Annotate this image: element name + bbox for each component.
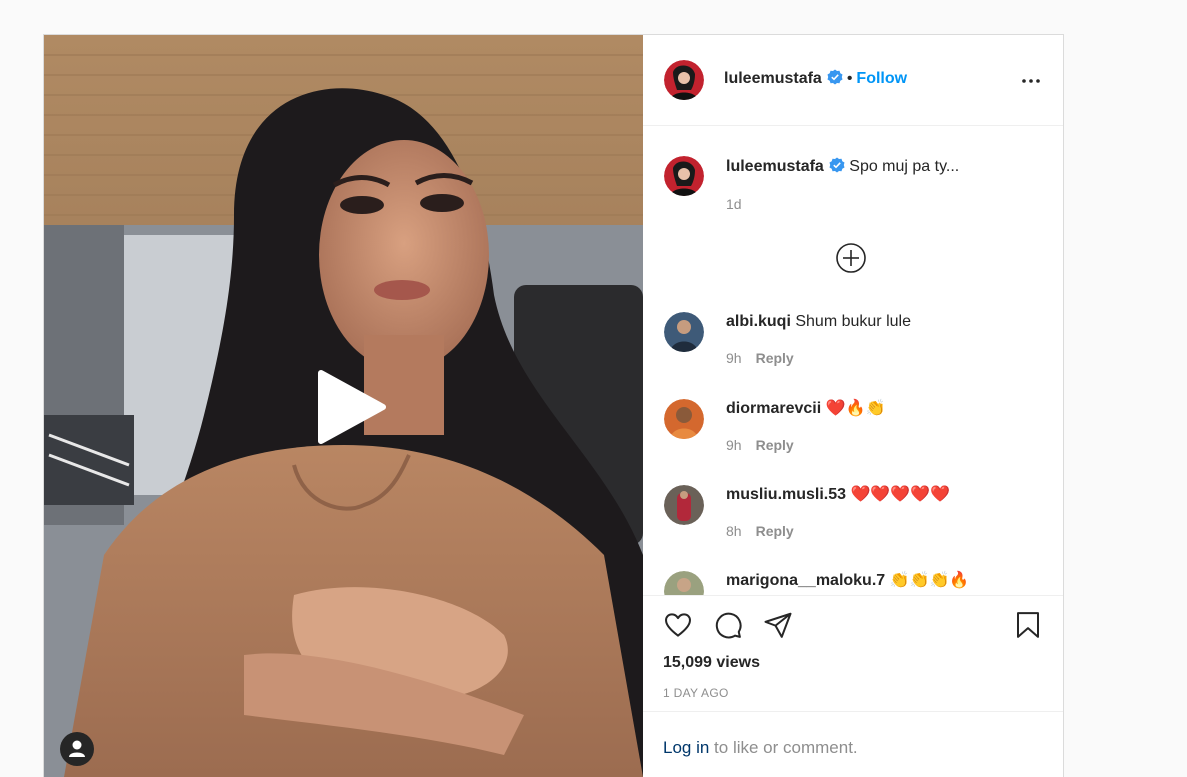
caption-body: luleemustafa Spo muj pa ty... <box>726 157 959 179</box>
load-more-comments-button[interactable] <box>835 242 867 274</box>
comment-username[interactable]: albi.kuqi <box>726 313 791 330</box>
follow-button[interactable]: Follow <box>856 70 907 87</box>
heart-icon <box>665 613 691 637</box>
avatar-image <box>664 60 704 100</box>
comment-meta: 9h Reply <box>726 437 794 453</box>
comment-username[interactable]: marigona__maloku.7 <box>726 572 885 589</box>
avatar-image <box>664 485 704 525</box>
avatar-image <box>664 571 704 595</box>
bookmark-icon <box>1017 612 1039 638</box>
comment-body: albi.kuqi Shum bukur lule <box>726 312 911 332</box>
comment-meta: 9h Reply <box>726 350 794 366</box>
user-tag-icon <box>69 740 85 757</box>
post-date[interactable]: 1 DAY AGO <box>663 686 729 700</box>
comment-body: marigona__maloku.7 👏👏👏🔥 <box>726 571 969 591</box>
save-button[interactable] <box>1013 610 1043 645</box>
more-options-button[interactable] <box>1019 69 1043 93</box>
comment-time[interactable]: 8h <box>726 523 742 539</box>
post-actions: 15,099 views 1 DAY AGO <box>643 595 1063 712</box>
comment-username[interactable]: diormarevcii <box>726 400 821 417</box>
verified-badge-icon <box>827 69 843 90</box>
caption-time[interactable]: 1d <box>726 196 742 212</box>
more-options-icon <box>1022 79 1040 83</box>
commenter-avatar[interactable] <box>664 312 704 352</box>
load-more-comments-icon <box>836 243 866 273</box>
play-button[interactable] <box>307 365 391 449</box>
comment-body: diormarevcii ❤️🔥👏 <box>726 399 885 419</box>
post-header: luleemustafa • Follow <box>643 35 1063 126</box>
comment-username[interactable]: musliu.musli.53 <box>726 486 846 503</box>
comment-text: 👏👏👏🔥 <box>889 572 970 589</box>
separator-dot: • <box>846 70 853 87</box>
login-suffix: to like or comment. <box>709 738 858 757</box>
commenter-avatar[interactable] <box>664 571 704 595</box>
share-icon <box>764 612 792 638</box>
video-player[interactable] <box>44 35 643 777</box>
comment-text: ❤️🔥👏 <box>825 400 886 417</box>
login-prompt: Log in to like or comment. <box>643 711 1063 777</box>
comment-text: Shum bukur lule <box>795 313 911 330</box>
commenter-avatar[interactable] <box>664 485 704 525</box>
header-user-line: luleemustafa • Follow <box>724 69 907 90</box>
like-button[interactable] <box>663 610 693 645</box>
author-avatar[interactable] <box>664 60 704 100</box>
comment-meta: 8h Reply <box>726 523 794 539</box>
caption-text: Spo muj pa ty... <box>849 158 960 175</box>
commenter-avatar[interactable] <box>664 399 704 439</box>
view-count[interactable]: 15,099 views <box>663 654 760 672</box>
tagged-users-button[interactable] <box>60 732 94 766</box>
comment-icon <box>715 612 742 639</box>
verified-badge-icon <box>829 157 845 179</box>
comment-time[interactable]: 9h <box>726 437 742 453</box>
caption-avatar[interactable] <box>664 156 704 196</box>
play-icon <box>318 370 386 444</box>
post-card: luleemustafa • Follow luleemustafa Spo m… <box>43 34 1064 777</box>
login-prompt-text: Log in to like or comment. <box>663 738 858 758</box>
comment-body: musliu.musli.53 ❤️❤️❤️❤️❤️ <box>726 485 950 505</box>
comment-time[interactable]: 9h <box>726 350 742 366</box>
reply-button[interactable]: Reply <box>756 350 794 366</box>
caption-username[interactable]: luleemustafa <box>726 158 824 175</box>
post-sidebar: luleemustafa • Follow luleemustafa Spo m… <box>643 35 1063 777</box>
avatar-image <box>664 399 704 439</box>
comment-button[interactable] <box>713 610 743 645</box>
share-button[interactable] <box>763 610 793 645</box>
avatar-image <box>664 312 704 352</box>
avatar-image <box>664 156 704 196</box>
author-username[interactable]: luleemustafa <box>724 70 822 87</box>
reply-button[interactable]: Reply <box>756 437 794 453</box>
comments-section[interactable]: luleemustafa Spo muj pa ty... 1d albi.ku… <box>643 126 1063 595</box>
reply-button[interactable]: Reply <box>756 523 794 539</box>
comment-text: ❤️❤️❤️❤️❤️ <box>850 486 951 503</box>
login-link[interactable]: Log in <box>663 738 709 757</box>
